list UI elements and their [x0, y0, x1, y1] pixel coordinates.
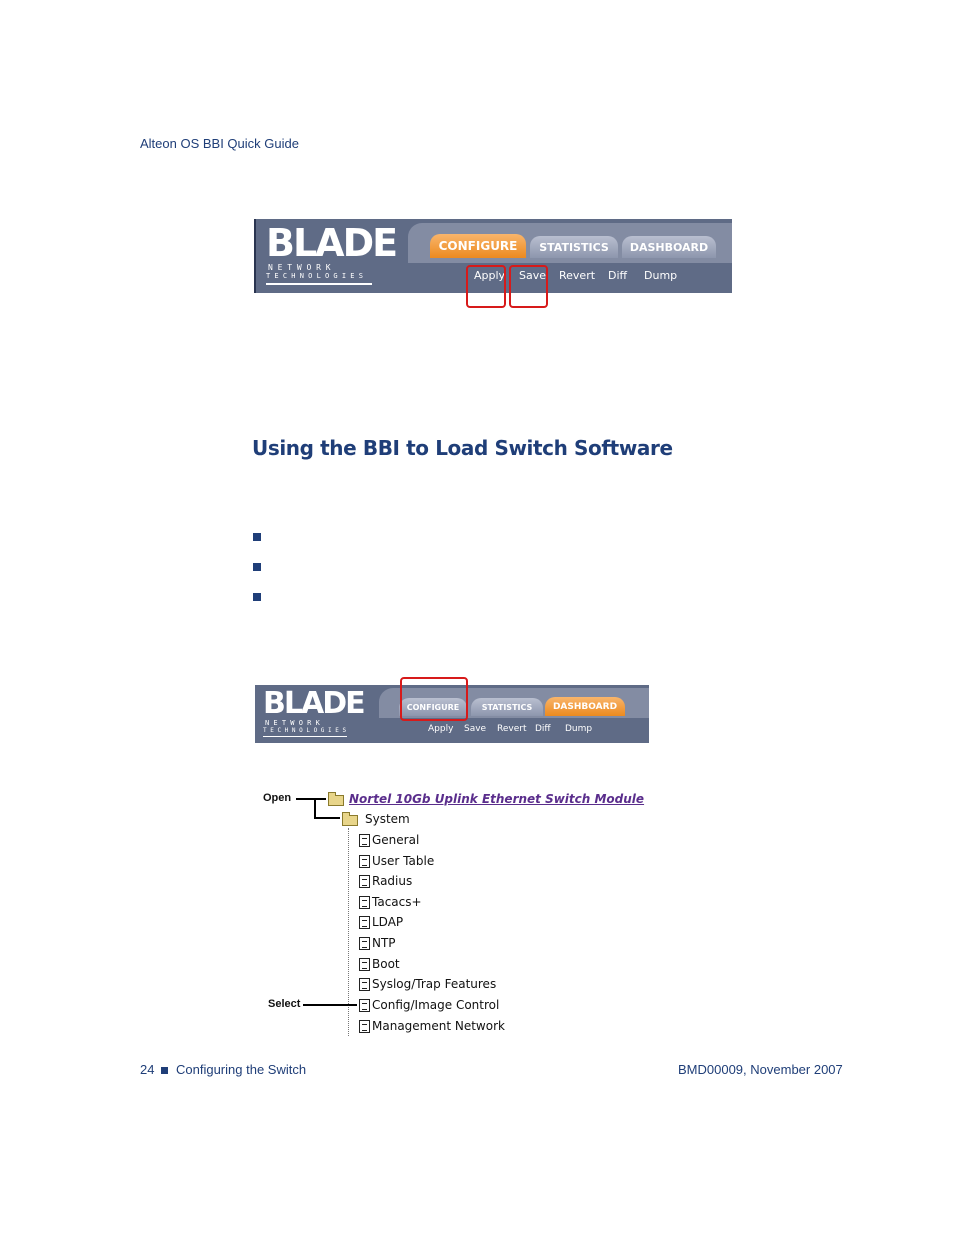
- doc-icon: [359, 1020, 370, 1033]
- doc-icon: [359, 916, 370, 929]
- doc-icon: [359, 834, 370, 847]
- blade-logo: BLADE: [266, 221, 398, 265]
- chapter-title: Configuring the Switch: [176, 1062, 307, 1077]
- footer-bullet: [161, 1067, 168, 1074]
- tab-dashboard[interactable]: DASHBOARD: [622, 236, 716, 258]
- logo-network-text: N E T W O R K: [268, 263, 331, 272]
- root-node-link[interactable]: Nortel 10Gb Uplink Ethernet Switch Modul…: [349, 792, 644, 806]
- system-folder-icon[interactable]: [342, 812, 358, 826]
- save-highlight: [509, 265, 548, 308]
- logo-underline: [263, 736, 347, 737]
- tree-item-user-table[interactable]: User Table: [372, 854, 434, 868]
- select-callout-line: [303, 1004, 357, 1006]
- apply-highlight: [466, 265, 506, 308]
- tree-item-syslog[interactable]: Syslog/Trap Features: [372, 977, 496, 991]
- tab-configure[interactable]: CONFIGURE: [430, 234, 526, 258]
- root-folder-icon[interactable]: [328, 792, 344, 806]
- apply-button[interactable]: Apply: [428, 724, 453, 734]
- doc-icon: [359, 978, 370, 991]
- open-callout-line: [296, 798, 326, 800]
- tree-item-tacacs[interactable]: Tacacs+: [372, 895, 422, 909]
- logo-technologies-text: T E C H N O L O G I E S: [266, 272, 363, 280]
- tree-item-config-image-control[interactable]: Config/Image Control: [372, 998, 499, 1012]
- tree-item-general[interactable]: General: [372, 833, 419, 847]
- doc-icon: [359, 999, 370, 1012]
- diff-button[interactable]: Diff: [608, 269, 627, 282]
- tree-item-system[interactable]: System: [365, 812, 410, 826]
- open-bracket-horizontal: [314, 817, 340, 819]
- tree-item-management-network[interactable]: Management Network: [372, 1019, 505, 1033]
- running-header: Alteon OS BBI Quick Guide: [140, 136, 299, 151]
- logo-technologies-text: T E C H N O L O G I E S: [263, 727, 347, 734]
- tab-dashboard[interactable]: DASHBOARD: [545, 697, 625, 716]
- open-bracket-vertical: [314, 798, 316, 819]
- tree-item-ldap[interactable]: LDAP: [372, 915, 403, 929]
- logo-network-text: N E T W O R K: [265, 719, 320, 727]
- tree-item-ntp[interactable]: NTP: [372, 936, 396, 950]
- dump-button[interactable]: Dump: [644, 269, 677, 282]
- bullet-1: [253, 533, 261, 541]
- open-callout: Open: [263, 792, 292, 804]
- doc-icon: [359, 875, 370, 888]
- save-button[interactable]: Save: [464, 724, 486, 734]
- section-title: Using the BBI to Load Switch Software: [252, 436, 673, 460]
- blade-logo: BLADE: [263, 686, 366, 721]
- tree-item-boot[interactable]: Boot: [372, 957, 400, 971]
- logo-underline: [266, 283, 372, 285]
- bullet-3: [253, 593, 261, 601]
- dump-button[interactable]: Dump: [565, 724, 592, 734]
- tab-statistics[interactable]: STATISTICS: [471, 698, 543, 716]
- diff-button[interactable]: Diff: [535, 724, 551, 734]
- doc-icon: [359, 896, 370, 909]
- doc-icon: [359, 855, 370, 868]
- tree-item-radius[interactable]: Radius: [372, 874, 412, 888]
- select-callout: Select: [268, 998, 301, 1010]
- doc-icon: [359, 958, 370, 971]
- revert-button[interactable]: Revert: [559, 269, 595, 282]
- configure-highlight: [400, 677, 468, 721]
- bullet-2: [253, 563, 261, 571]
- page-number: 24: [140, 1062, 155, 1077]
- revert-button[interactable]: Revert: [497, 724, 526, 734]
- tab-statistics[interactable]: STATISTICS: [530, 236, 618, 258]
- doc-id: BMD00009, November 2007: [678, 1062, 843, 1077]
- doc-icon: [359, 937, 370, 950]
